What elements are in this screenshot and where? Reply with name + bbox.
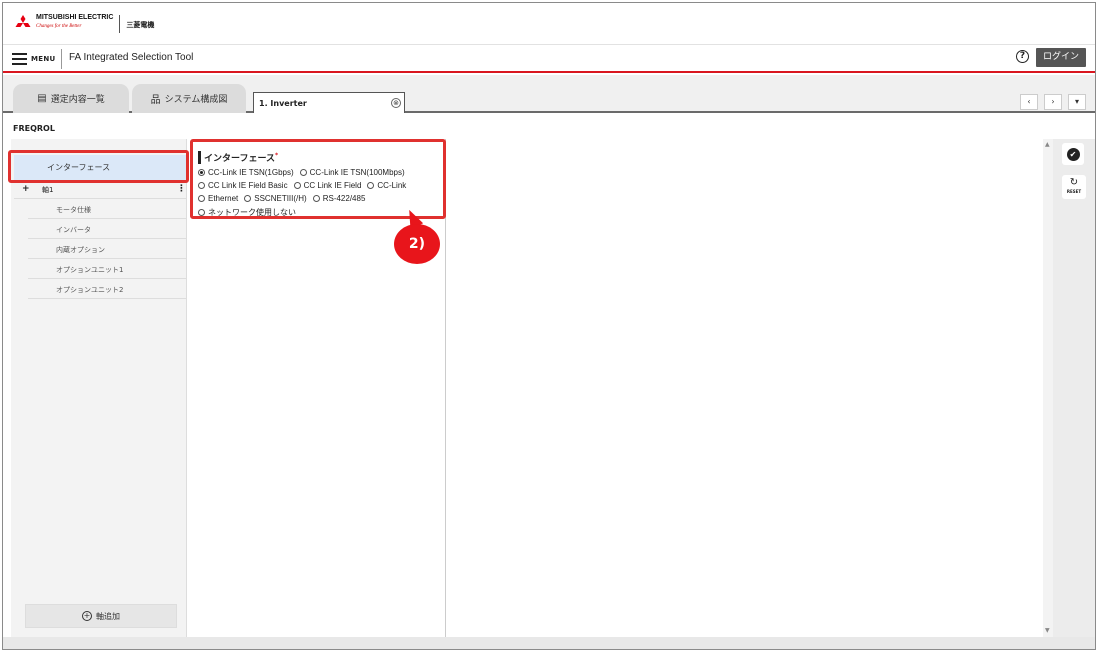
annotation-box-tree [8,150,189,183]
menu-button[interactable]: MENU [12,51,56,67]
menu-divider [61,49,62,69]
three-diamonds-logo-icon [15,15,31,27]
logo-english: MITSUBISHI ELECTRIC [36,14,114,21]
tree-item-option-unit-1[interactable]: オプションユニット1 [28,259,186,279]
network-icon: 品 [150,95,161,106]
tab-label: 1. Inverter [259,99,307,108]
reset-button[interactable]: ↻ RESET [1062,175,1086,199]
tab-next-button[interactable]: › [1044,94,1062,110]
scrollbar[interactable]: ▲ ▼ [1043,139,1053,637]
more-vert-icon[interactable]: ⋮ [177,184,186,194]
close-icon[interactable]: ⊗ [391,98,401,108]
axis-label: 軸1 [42,186,54,194]
annotation-badge: 2) [394,224,440,264]
tree-item-motor-spec[interactable]: モータ仕様 [28,199,186,219]
check-icon: ✔ [1066,147,1080,161]
tree-item-inverter[interactable]: インバータ [28,219,186,239]
add-axis-button[interactable]: + 軸追加 [25,604,177,628]
menu-bar: MENU FA Integrated Selection Tool ? ログイン [3,45,1095,73]
scroll-down-icon[interactable]: ▼ [1045,627,1050,634]
bottom-strip [3,637,1095,649]
scroll-up-icon[interactable]: ▲ [1045,141,1050,148]
action-column: ✔ ↻ RESET [1053,139,1095,637]
tree-panel: インターフェース + 軸1 ⋮ モータ仕様 インバータ 内蔵オプション オプショ… [11,139,187,637]
app-window: MITSUBISHI ELECTRIC Changes for the Bett… [2,2,1096,650]
tab-label: システム構成図 [164,95,228,105]
confirm-button[interactable]: ✔ [1062,143,1084,165]
annotation-box-interface [190,139,446,219]
product-title: FREQROL [13,124,55,133]
tree-item-option-unit-2[interactable]: オプションユニット2 [28,279,186,299]
hamburger-icon [12,53,27,65]
tab-prev-button[interactable]: ‹ [1020,94,1038,110]
tab-menu-button[interactable]: ▾ [1068,94,1086,110]
login-button[interactable]: ログイン [1036,48,1086,67]
logo-slogan: Changes for the Better [36,24,82,29]
tree-axis-row[interactable]: + 軸1 ⋮ [14,181,186,199]
tab-strip: ▤ 選定内容一覧 品 システム構成図 1. Inverter ⊗ ‹ › ▾ [3,75,1095,113]
tab-selection-list[interactable]: ▤ 選定内容一覧 [13,84,129,113]
app-title: FA Integrated Selection Tool [69,52,194,63]
logo-japanese: 三菱電機 [126,21,155,29]
add-circle-icon: + [82,611,92,621]
help-icon[interactable]: ? [1016,50,1029,63]
content-area [447,139,1043,637]
tab-system-diagram[interactable]: 品 システム構成図 [132,84,246,113]
logo-bar: MITSUBISHI ELECTRIC Changes for the Bett… [3,3,1095,45]
menu-label: MENU [31,55,56,63]
expand-icon[interactable]: + [22,184,30,194]
reset-icon: ↻ [1069,177,1079,188]
add-axis-label: 軸追加 [96,611,120,621]
company-logo: MITSUBISHI ELECTRIC Changes for the Bett… [13,14,154,33]
tree-item-builtin-option[interactable]: 内蔵オプション [28,239,186,259]
tab-inverter[interactable]: 1. Inverter ⊗ [253,92,405,113]
tab-label: 選定内容一覧 [50,95,105,105]
list-icon: ▤ [37,93,47,104]
reset-label: RESET [1066,189,1082,194]
